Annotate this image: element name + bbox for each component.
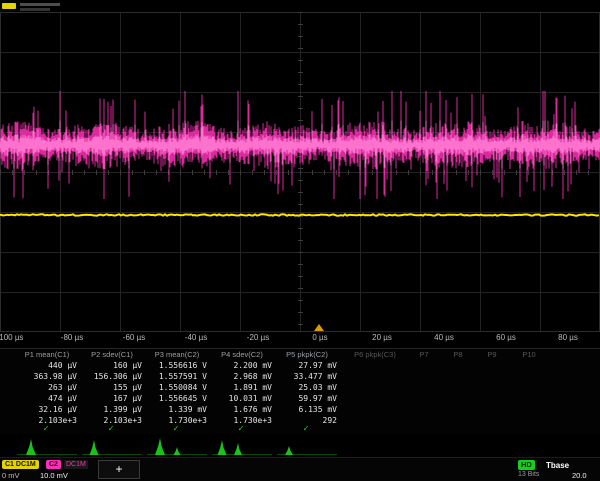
measurement-header[interactable]: P1 mean(C1) [15,350,79,360]
measurement-cell: 1.676 mV [210,405,272,415]
status-bar: C1 DC1M C2 DC1M 0 mV 10.0 mV + HD Tbase … [0,457,600,481]
channel-c2-badge[interactable]: C2 [46,460,61,469]
annunciator-chip [2,3,16,9]
histicon[interactable] [145,434,209,457]
measurement-cell: 1.550084 V [145,383,207,393]
c1-volts-per-div: 10.0 mV [40,471,68,480]
time-label: 20 µs [372,333,392,342]
measurement-cell: 6.135 mV [275,405,337,415]
measurement-cell: 1.891 mV [210,383,272,393]
c1-coupling: DC1M [16,461,36,468]
measurement-header[interactable]: P8 [444,350,472,360]
measurement-header[interactable]: P9 [478,350,506,360]
waveform-traces [0,12,600,332]
channel-c1-badge[interactable]: C1 DC1M [2,460,39,469]
measurement-cell: 1.556616 V [145,361,207,371]
time-label: -100 µs [0,333,23,342]
measurement-cell: 1.556645 V [145,394,207,404]
measurement-header[interactable]: P4 sdev(C2) [210,350,274,360]
measurement-cell: 155 µV [80,383,142,393]
measurement-cell: 32.16 µV [15,405,77,415]
measurement-cell: 167 µV [80,394,142,404]
annunciator-subtext [20,8,50,11]
measurement-cell: 2.200 mV [210,361,272,371]
histicon[interactable] [275,434,339,457]
measurement-cell: 1.399 µV [80,405,142,415]
measurement-cell: 59.97 mV [275,394,337,404]
crosshair-button[interactable]: + [98,460,140,479]
measurement-header[interactable]: P2 sdev(C1) [80,350,144,360]
time-label: 40 µs [434,333,454,342]
timebase-label[interactable]: Tbase [546,461,569,470]
time-label: -80 µs [61,333,83,342]
measurement-cell: 1.557591 V [145,372,207,382]
histicon[interactable] [15,434,79,457]
histicon-row [0,434,600,457]
measurement-header[interactable]: P5 pkpk(C2) [275,350,339,360]
histicon[interactable] [80,434,144,457]
c1-label: C1 [5,461,14,468]
measurement-cell: 33.477 mV [275,372,337,382]
measurement-cell: 160 µV [80,361,142,371]
hd-mode-badge[interactable]: HD [518,460,535,470]
measurement-cell: 440 µV [15,361,77,371]
time-label: -20 µs [247,333,269,342]
measurement-header[interactable]: P6 pkpk(C3) [342,350,408,360]
time-label: -40 µs [185,333,207,342]
time-label: 0 µs [312,333,327,342]
resolution-bits: 13 Bits [518,471,539,478]
measurement-table: P1 mean(C1)P2 sdev(C1)P3 mean(C2)P4 sdev… [0,348,600,435]
measurement-cell: 363.98 µV [15,372,77,382]
annunciator-text [20,3,60,6]
time-label: 80 µs [558,333,578,342]
c1-offset-value: 0 mV [2,471,20,480]
measurement-cell: 263 µV [15,383,77,393]
measurement-cell: 1.339 mV [145,405,207,415]
time-axis: -100 µs -80 µs -60 µs -40 µs -20 µs 0 µs 20 µs… [0,331,600,347]
time-per-div: 20.0 [572,471,587,480]
measurement-cell: 2.968 mV [210,372,272,382]
measurement-header[interactable]: P10 [512,350,546,360]
measurement-cell: 156.306 µV [80,372,142,382]
measurement-cell: 10.031 mV [210,394,272,404]
histicon[interactable] [210,434,274,457]
trigger-position-marker[interactable] [314,324,324,331]
measurement-header[interactable]: P7 [410,350,438,360]
waveform-display[interactable] [0,12,600,332]
measurement-header[interactable]: P3 mean(C2) [145,350,209,360]
time-label: -60 µs [123,333,145,342]
menu-strip [0,0,600,12]
measurement-cell: 25.03 mV [275,383,337,393]
c2-coupling: DC1M [64,460,88,469]
time-label: 60 µs [496,333,516,342]
measurement-cell: 27.97 mV [275,361,337,371]
measurement-cell: 474 µV [15,394,77,404]
